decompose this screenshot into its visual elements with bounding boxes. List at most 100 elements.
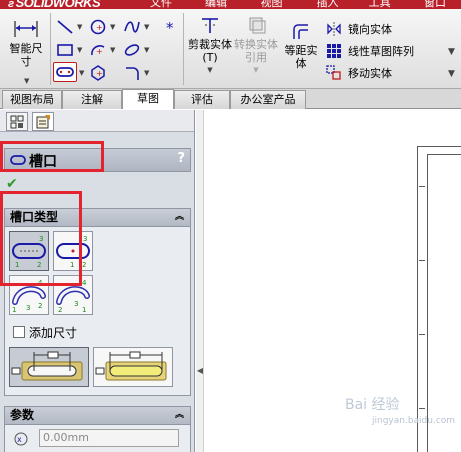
- spline-tool[interactable]: [122, 17, 142, 37]
- add-dimensions-label: 添加尺寸: [29, 326, 78, 340]
- command-tabs: 视图布局 注解 草图 评估 办公室产品: [0, 89, 461, 109]
- panel-splitter[interactable]: ◀: [196, 110, 204, 452]
- chevron-down-icon[interactable]: ▼: [144, 23, 149, 31]
- fillet-tool[interactable]: [122, 63, 142, 83]
- straight-slot-tool[interactable]: [53, 62, 77, 82]
- slot-point-label: 2: [58, 306, 62, 314]
- property-manager-tab[interactable]: [32, 112, 54, 131]
- center-x-input[interactable]: 0.00mm: [39, 429, 179, 447]
- ellipse-tool[interactable]: [122, 40, 142, 60]
- offset-entities-button[interactable]: 等距实体: [280, 23, 322, 70]
- manager-tabs: [0, 110, 194, 132]
- chevron-down-icon[interactable]: ▼: [110, 46, 115, 54]
- smart-dimension-label: 智能尺寸: [9, 42, 43, 68]
- rectangle-icon: [57, 44, 73, 56]
- menu-insert[interactable]: 插入(I): [316, 0, 346, 9]
- highlight-box-slot-type: [0, 191, 82, 286]
- border-tick: [419, 408, 425, 409]
- border-tick: [419, 186, 425, 187]
- border-tick: [419, 260, 425, 261]
- command-manager: 智能尺寸 ▼ ▼ + ▼ ▼ * ▼ + ▼ ▼ ▼ + ▼ 剪裁实体(T) ▼…: [0, 9, 461, 89]
- trim-icon: [202, 18, 218, 33]
- tab-office-products[interactable]: 办公室产品: [230, 90, 306, 109]
- chevron-down-icon[interactable]: ▼: [144, 46, 149, 54]
- smart-dimension-icon: [14, 21, 38, 37]
- collapse-icon[interactable]: ︽: [175, 209, 184, 226]
- chevron-down-icon[interactable]: ▼: [77, 23, 82, 31]
- trim-entities-label: 剪裁实体(T): [188, 38, 232, 64]
- mirror-entities-button[interactable]: 镜向实体: [326, 19, 392, 39]
- parameters-group-header[interactable]: 参数 ︽: [5, 407, 190, 425]
- move-entities-button[interactable]: 移动实体: [326, 63, 392, 83]
- svg-text:+: +: [96, 47, 103, 56]
- ok-check-icon[interactable]: ✔: [6, 176, 18, 192]
- line-tool[interactable]: [55, 17, 75, 37]
- chevron-down-icon[interactable]: ▼: [448, 69, 455, 79]
- chevron-down-icon[interactable]: ▼: [188, 64, 232, 77]
- svg-text:+: +: [96, 69, 103, 78]
- chevron-down-icon[interactable]: ▼: [144, 69, 149, 77]
- chevron-down-icon[interactable]: ▼: [79, 69, 84, 77]
- rectangle-tool[interactable]: [55, 40, 75, 60]
- parameters-group-title: 参数: [10, 408, 35, 422]
- tab-view-layout[interactable]: 视图布局: [2, 90, 62, 109]
- tab-annotation[interactable]: 注解: [62, 90, 122, 109]
- property-manager-icon: [36, 114, 50, 128]
- graphics-area[interactable]: [205, 110, 461, 452]
- slot-point-label: 2: [38, 302, 42, 310]
- chevron-down-icon: ▼: [253, 66, 259, 74]
- center-to-center-dimension-button[interactable]: [9, 347, 89, 387]
- chevron-down-icon[interactable]: ▼: [448, 47, 455, 57]
- help-icon[interactable]: ?: [177, 151, 185, 166]
- convert-entities-label: 转换实体引用: [234, 38, 278, 64]
- linear-pattern-label: 线性草图阵列: [348, 45, 414, 58]
- ellipse-icon: [124, 44, 140, 56]
- slot-point-label: 2: [82, 261, 86, 269]
- menu-view[interactable]: 视图(V): [260, 0, 294, 9]
- overall-length-dimension-button[interactable]: [93, 347, 173, 387]
- drawing-sheet-inner-border: [427, 154, 461, 452]
- slot-point-label: 1: [12, 306, 16, 314]
- menu-file[interactable]: 文件(F): [150, 0, 183, 9]
- chevron-down-icon[interactable]: ▼: [110, 23, 115, 31]
- collapse-panel-icon[interactable]: ◀: [196, 366, 204, 396]
- watermark-url: jingyan.baidu.com: [372, 416, 456, 426]
- slot-icon: [56, 67, 74, 77]
- trim-entities-button[interactable]: 剪裁实体(T) ▼: [188, 15, 232, 77]
- menu-bar: 文件(F) 编辑(E) 视图(V) 插入(I) 工具(T) 窗口(W): [150, 0, 461, 9]
- tab-evaluate[interactable]: 评估: [174, 90, 230, 109]
- title-bar: ƨSOLIDWORKS 文件(F) 编辑(E) 视图(V) 插入(I) 工具(T…: [0, 0, 461, 9]
- add-dimensions-checkbox[interactable]: [13, 326, 25, 338]
- menu-edit[interactable]: 编辑(E): [205, 0, 239, 9]
- parameters-group: 参数 ︽ x 0.00mm: [4, 406, 191, 452]
- circle-tool[interactable]: +: [88, 17, 108, 37]
- point-tool[interactable]: *: [162, 17, 182, 37]
- polygon-tool[interactable]: +: [88, 63, 108, 83]
- chevron-down-icon[interactable]: ▼: [24, 77, 29, 85]
- collapse-icon[interactable]: ︽: [175, 407, 184, 424]
- center-to-center-dimension-icon: [11, 351, 83, 381]
- solidworks-logo: ƨ SOLIDWORKS: [8, 0, 101, 9]
- chevron-down-icon[interactable]: ▼: [77, 46, 82, 54]
- feature-tree-tab[interactable]: [6, 112, 28, 131]
- move-entities-label: 移动实体: [348, 67, 392, 80]
- center-x-icon: x: [14, 432, 28, 446]
- arc-tool[interactable]: +: [88, 40, 108, 60]
- menu-window[interactable]: 窗口(W): [424, 0, 461, 9]
- toolbar-separator: [50, 13, 51, 85]
- svg-text:*: *: [166, 19, 174, 36]
- menu-tools[interactable]: 工具(T): [369, 0, 402, 9]
- spline-icon: [124, 21, 140, 33]
- fillet-icon: [126, 67, 139, 80]
- svg-text:+: +: [96, 23, 103, 32]
- convert-entities-icon: [249, 17, 266, 34]
- linear-pattern-button[interactable]: 线性草图阵列: [326, 41, 414, 61]
- offset-entities-label: 等距实体: [284, 44, 318, 70]
- feature-tree-icon: [10, 115, 24, 128]
- smart-dimension-button[interactable]: 智能尺寸 ▼: [4, 17, 48, 87]
- slot-point-label: 3: [26, 304, 30, 312]
- move-icon: [326, 65, 341, 80]
- arc-icon: +: [91, 45, 105, 56]
- slot-point-label: 4: [82, 279, 87, 287]
- tab-sketch[interactable]: 草图: [122, 89, 174, 109]
